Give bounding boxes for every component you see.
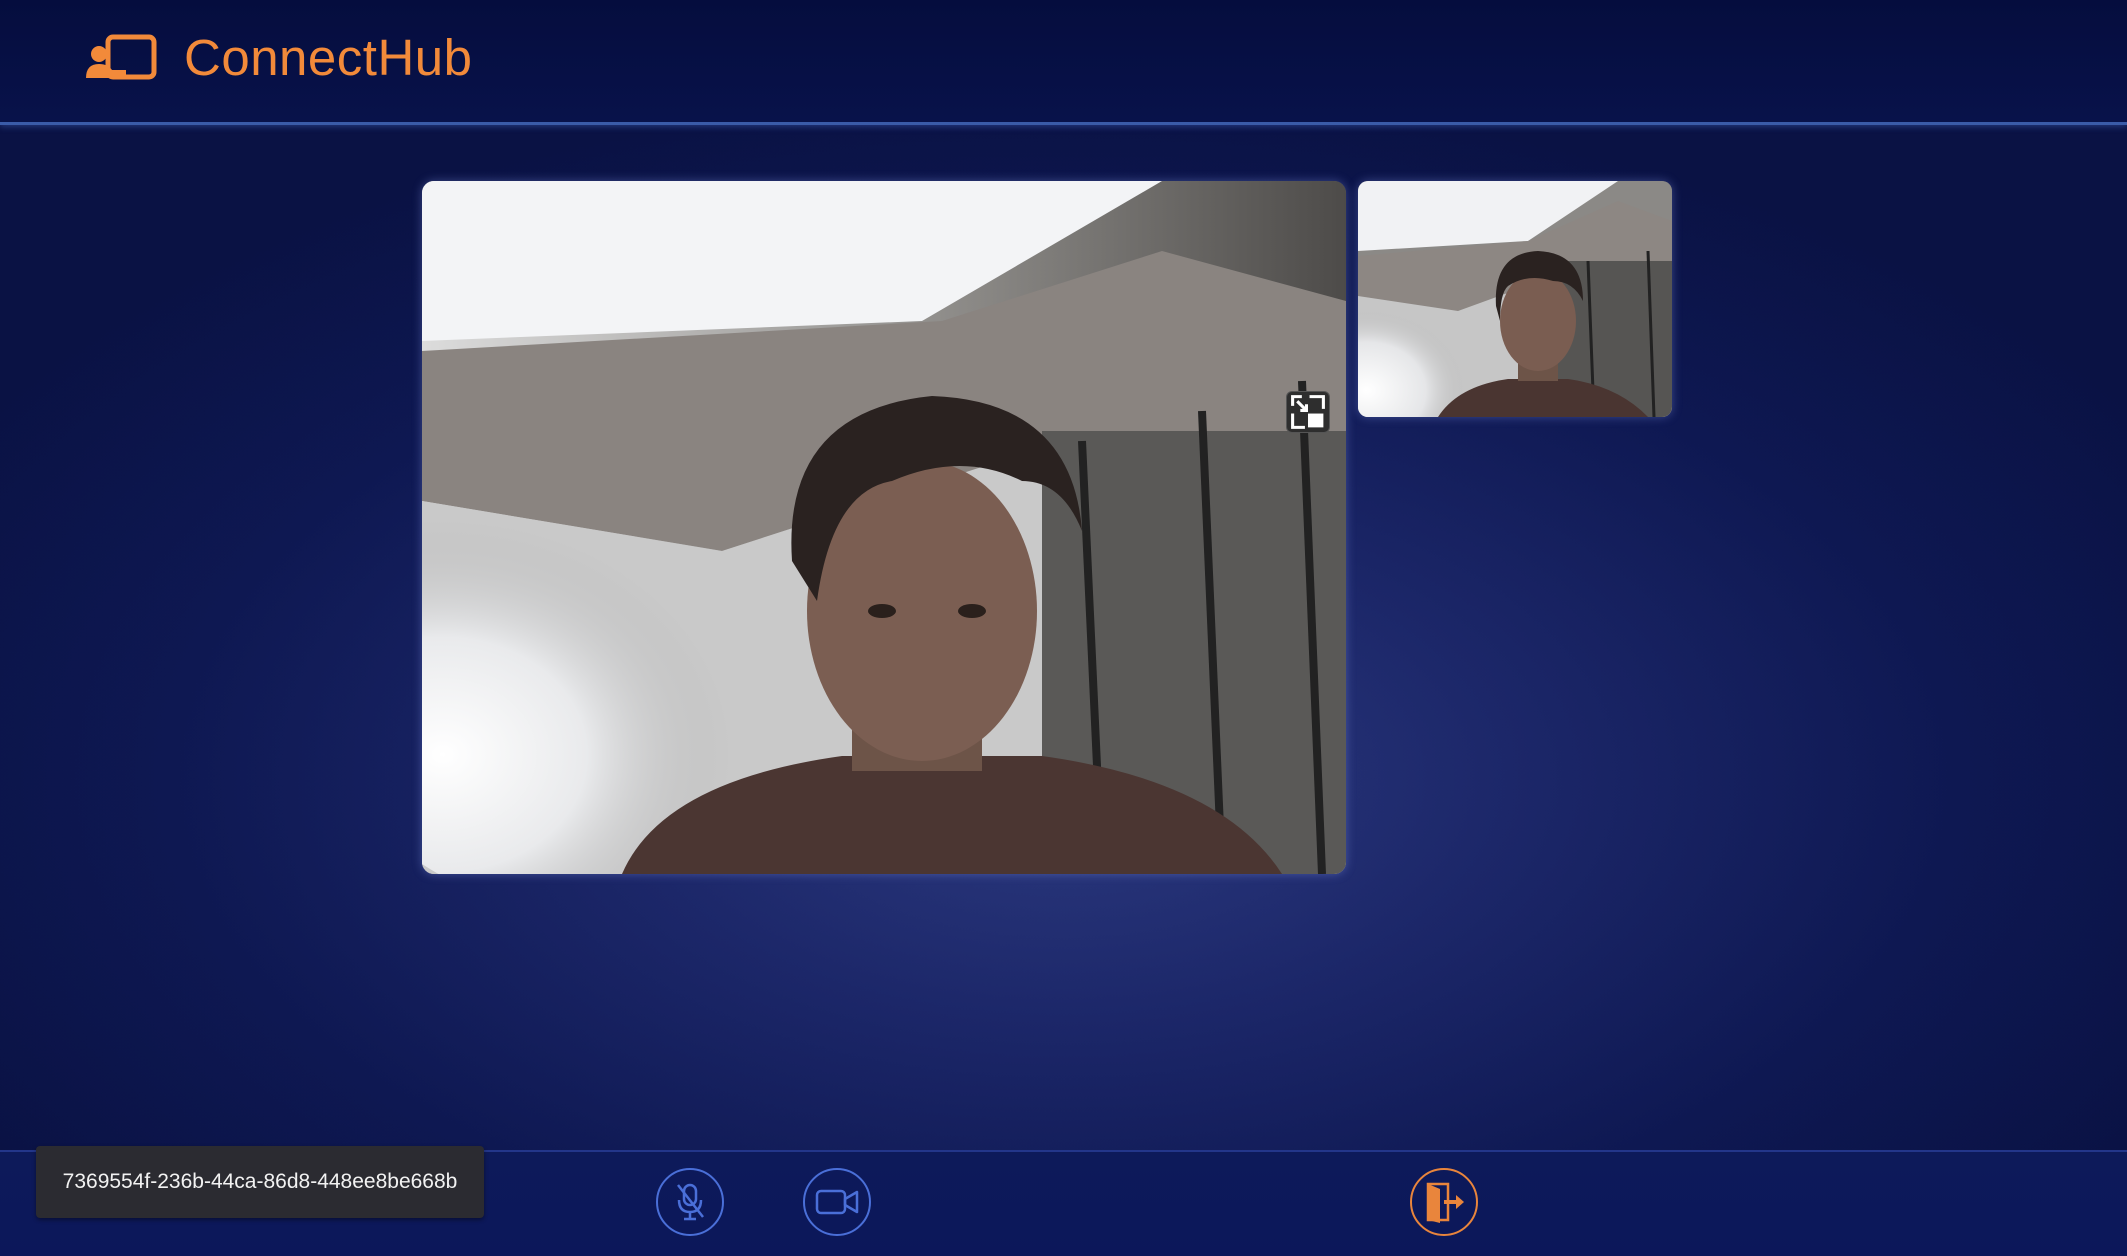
main-video-tile[interactable]: [422, 181, 1346, 874]
video-camera-icon: [815, 1189, 859, 1215]
self-video-tile[interactable]: [1358, 181, 1672, 417]
main-video-feed: [422, 181, 1346, 874]
app-header: ConnectHub: [0, 0, 2127, 125]
meeting-id-tooltip[interactable]: 7369554f-236b-44ca-86d8-448ee8be668b: [36, 1146, 484, 1218]
toggle-camera-button[interactable]: [803, 1168, 871, 1236]
mic-off-icon: [677, 1183, 704, 1221]
presenter-screen-icon: [86, 34, 157, 80]
mute-mic-button[interactable]: [656, 1168, 724, 1236]
leave-call-button[interactable]: [1410, 1168, 1478, 1236]
picture-in-picture-button[interactable]: [1286, 391, 1330, 433]
self-video-feed: [1358, 181, 1672, 417]
exit-door-icon: [1426, 1182, 1464, 1223]
picture-in-picture-icon: [1291, 395, 1325, 429]
app-title: ConnectHub: [184, 29, 473, 86]
